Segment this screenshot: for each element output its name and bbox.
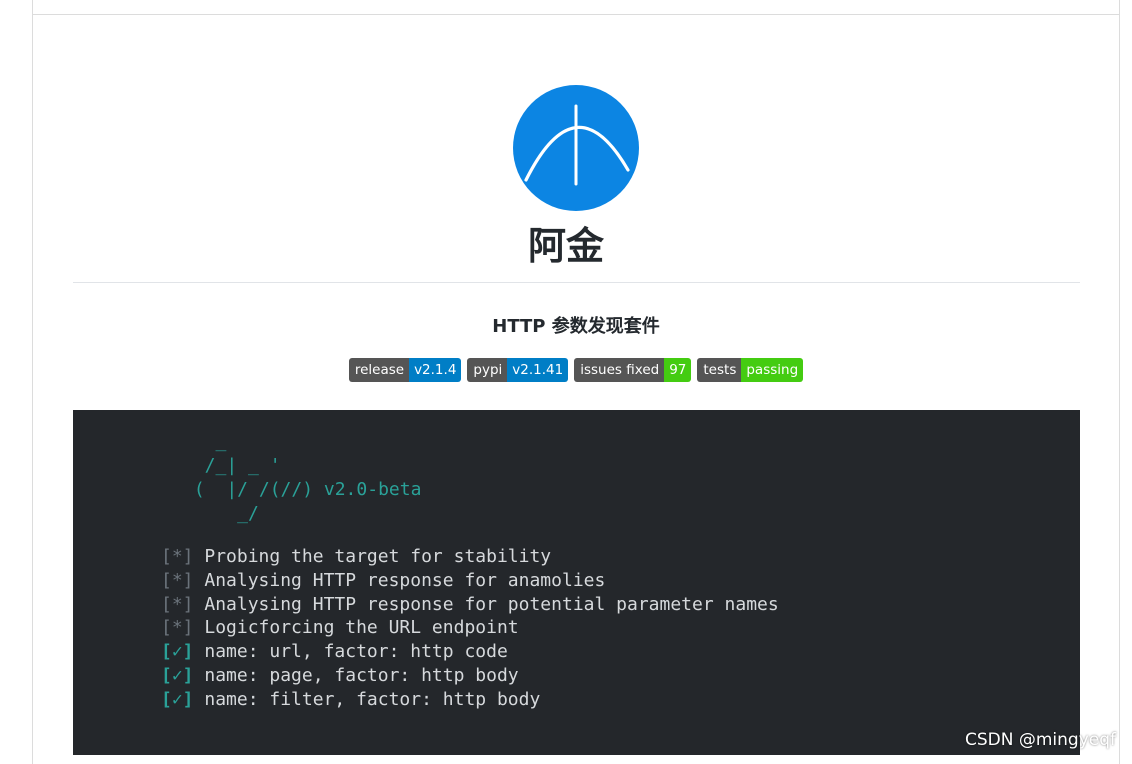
log-line: [*] Analysing HTTP response for potentia… bbox=[161, 593, 779, 617]
badge-label: release bbox=[348, 358, 410, 382]
badge-label: issues fixed bbox=[574, 358, 665, 382]
check-marker: [✓] bbox=[161, 641, 194, 663]
badge-value: 97 bbox=[664, 358, 692, 382]
log-text: Probing the target for stability bbox=[204, 546, 552, 567]
page-subtitle: HTTP 参数发现套件 bbox=[492, 316, 660, 337]
info-marker: [*] bbox=[161, 546, 194, 567]
page-title: 阿金 bbox=[527, 224, 604, 268]
log-line: [*] Logicforcing the URL endpoint bbox=[161, 616, 779, 640]
readme-page: 阿金 HTTP 参数发现套件 release v2.1.4 pypi v2.1.… bbox=[0, 0, 1132, 764]
log-text: name: url, factor: http code bbox=[204, 641, 508, 663]
info-marker: [*] bbox=[161, 617, 194, 639]
csdn-watermark: CSDN @mingyeqf bbox=[964, 730, 1116, 750]
release-badge[interactable]: release v2.1.4 bbox=[348, 358, 462, 382]
log-text: Analysing HTTP response for potential pa… bbox=[204, 593, 779, 615]
log-text: Analysing HTTP response for anamolies bbox=[204, 569, 606, 591]
badge-value: passing bbox=[741, 358, 804, 382]
badge-value: v2.1.4 bbox=[409, 358, 462, 382]
top-divider bbox=[32, 14, 1120, 15]
info-marker: [*] bbox=[161, 593, 194, 615]
log-line: [✓] name: filter, factor: http body bbox=[161, 688, 779, 712]
check-marker: [✓] bbox=[161, 664, 194, 686]
log-text: name: page, factor: http body bbox=[204, 664, 519, 686]
badge-label: tests bbox=[697, 358, 742, 382]
badge-value: v2.1.41 bbox=[507, 358, 569, 382]
log-text: name: filter, factor: http body bbox=[204, 688, 541, 710]
log-line: [*] Probing the target for stability bbox=[161, 545, 779, 569]
log-line: [*] Analysing HTTP response for anamolie… bbox=[161, 569, 779, 593]
ascii-art-banner: _ /_| _ ' ( |/ /(//) v2.0-beta _/ bbox=[193, 431, 422, 524]
log-text: Logicforcing the URL endpoint bbox=[204, 617, 519, 639]
log-line: [✓] name: page, factor: http body bbox=[161, 664, 779, 688]
issues-fixed-badge[interactable]: issues fixed 97 bbox=[574, 358, 692, 382]
title-divider bbox=[73, 282, 1080, 283]
badge-label: pypi bbox=[467, 358, 508, 382]
terminal-screenshot: _ /_| _ ' ( |/ /(//) v2.0-beta _/ [*] Pr… bbox=[73, 410, 1080, 755]
log-line: [✓] name: url, factor: http code bbox=[161, 640, 779, 664]
pypi-badge[interactable]: pypi v2.1.41 bbox=[467, 358, 569, 382]
tests-badge[interactable]: tests passing bbox=[697, 358, 804, 382]
badge-row: release v2.1.4 pypi v2.1.41 issues fixed… bbox=[0, 358, 1132, 382]
terminal-log: [*] Probing the target for stability [*]… bbox=[161, 545, 779, 712]
check-marker: [✓] bbox=[161, 688, 194, 710]
compass-logo-icon bbox=[512, 84, 640, 212]
info-marker: [*] bbox=[161, 569, 194, 591]
